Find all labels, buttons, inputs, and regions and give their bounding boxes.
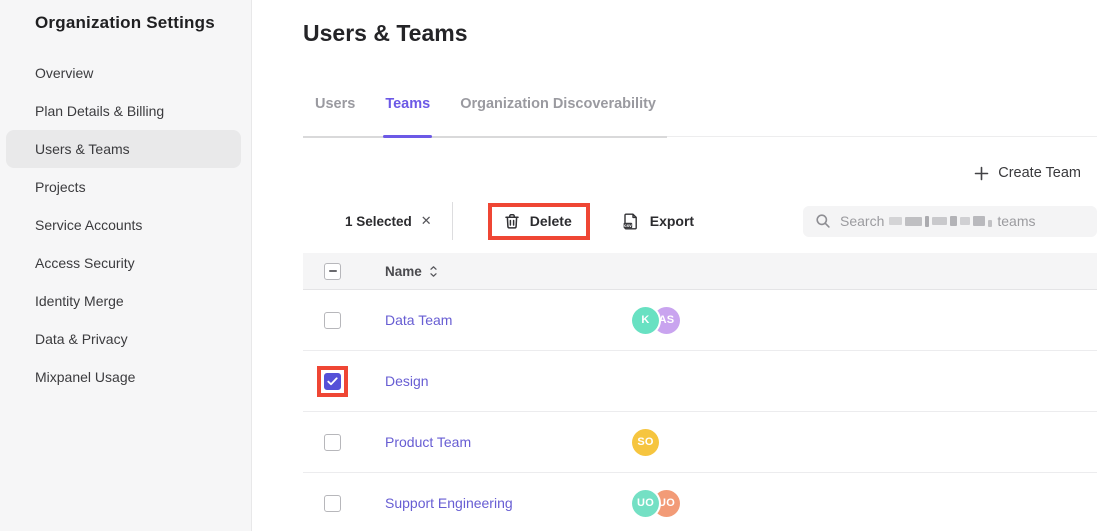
clear-selection-icon[interactable]: ✕ [421,213,432,229]
sidebar-item-mixpanel-usage[interactable]: Mixpanel Usage [0,358,251,396]
sidebar-nav: Overview Plan Details & Billing Users & … [0,54,251,396]
page-title: Users & Teams [303,19,1097,47]
tab-bar: Users Teams Organization Discoverability [303,95,1097,137]
redacted-text-blocks [889,216,992,227]
team-name-link[interactable]: Support Engineering [385,495,513,511]
search-placeholder: Search teams [840,213,1035,229]
table-row-data-team: Data Team K AS [303,290,1097,351]
sidebar: Organization Settings Overview Plan Deta… [0,0,252,531]
table-row-product-team: Product Team SO [303,412,1097,473]
sidebar-item-projects[interactable]: Projects [0,168,251,206]
row-checkbox[interactable] [324,495,341,512]
team-name-link[interactable]: Data Team [385,312,452,328]
teams-table: Name Data Team K AS [303,253,1097,531]
create-team-row: Create Team [303,155,1097,191]
table-header-row: Name [303,253,1097,290]
avatar: K [632,307,659,334]
plus-icon [974,166,989,181]
checkbox-annotation-box [317,366,348,397]
sidebar-item-identity-merge[interactable]: Identity Merge [0,282,251,320]
delete-button[interactable]: Delete [492,207,586,236]
create-team-button[interactable]: Create Team [974,165,1081,181]
sidebar-title: Organization Settings [0,0,251,33]
row-checkbox-checked[interactable] [324,373,341,390]
sidebar-item-overview[interactable]: Overview [0,54,251,92]
toolbar-divider [452,202,453,240]
search-input[interactable]: Search teams [803,206,1097,237]
tab-list: Users Teams Organization Discoverability [303,96,667,138]
select-all-checkbox[interactable] [324,263,341,280]
organization-settings-screen: Organization Settings Overview Plan Deta… [0,0,1108,531]
tab-organization-discoverability[interactable]: Organization Discoverability [460,96,656,136]
sidebar-item-access-security[interactable]: Access Security [0,244,251,282]
avatar: UO [632,490,659,517]
selection-toolbar: 1 Selected ✕ Delete [303,201,1097,241]
delete-label: Delete [530,213,572,229]
table-row-design: Design [303,351,1097,412]
tab-users[interactable]: Users [315,96,355,136]
member-avatars: K AS [632,307,680,334]
export-button[interactable]: csv Export [618,206,698,237]
sidebar-item-service-accounts[interactable]: Service Accounts [0,206,251,244]
create-team-label: Create Team [998,165,1081,181]
sidebar-item-plan-details-billing[interactable]: Plan Details & Billing [0,92,251,130]
team-name-link[interactable]: Design [385,373,429,389]
column-header-name[interactable]: Name [385,264,422,279]
delete-annotation-box: Delete [488,203,590,240]
table-row-support-engineering: Support Engineering UO UO [303,473,1097,531]
row-checkbox[interactable] [324,434,341,451]
sidebar-item-data-privacy[interactable]: Data & Privacy [0,320,251,358]
sort-icon[interactable] [429,265,438,278]
trash-icon [504,213,520,230]
member-avatars: UO UO [632,490,680,517]
avatar: SO [632,429,659,456]
main-content: Users & Teams Users Teams Organization D… [252,0,1108,531]
selection-count: 1 Selected ✕ [345,213,432,229]
export-label: Export [650,213,694,229]
tab-teams[interactable]: Teams [385,96,430,136]
csv-file-icon: csv [622,212,640,231]
search-icon [815,213,831,229]
team-name-link[interactable]: Product Team [385,434,471,450]
search-placeholder-prefix: Search [840,213,884,229]
member-avatars: SO [632,429,659,456]
sidebar-item-users-teams[interactable]: Users & Teams [6,130,241,168]
row-checkbox[interactable] [324,312,341,329]
search-placeholder-suffix: teams [997,213,1035,229]
svg-text:csv: csv [624,223,632,228]
selected-count-label: 1 Selected [345,214,412,229]
